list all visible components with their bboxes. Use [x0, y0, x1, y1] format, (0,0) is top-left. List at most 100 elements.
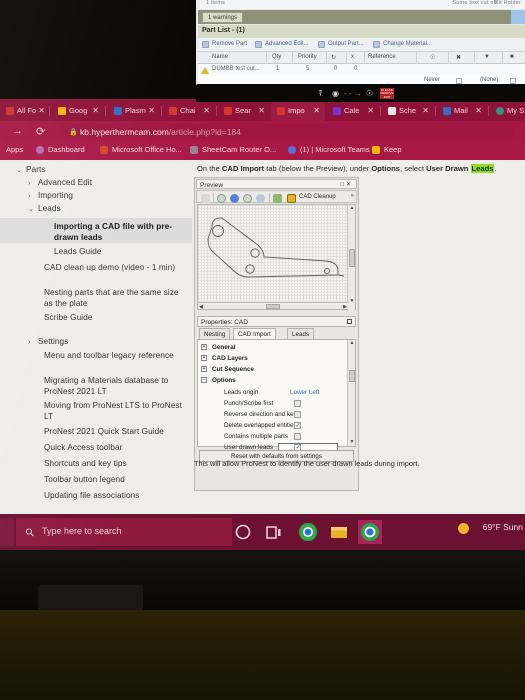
tab-calendar[interactable]: Cale ✕: [327, 101, 379, 121]
sidebar-item-advanced-edit[interactable]: › Advanced Edit: [0, 177, 192, 188]
restore-icon[interactable]: [347, 319, 352, 324]
expander-icon[interactable]: -: [201, 377, 207, 383]
tab-schedule[interactable]: Sche ✕: [382, 101, 434, 121]
canvas-vertical-scrollbar[interactable]: ▲ ▼: [347, 205, 355, 311]
tab-google[interactable]: Goog ✕: [52, 101, 104, 121]
tab-chat[interactable]: Chai ✕: [163, 101, 215, 121]
zoom-out-icon[interactable]: [243, 193, 252, 203]
cad-cleanup-button[interactable]: CAD Cleanup: [299, 194, 336, 200]
output-part-button[interactable]: Output Part...: [328, 41, 364, 47]
scroll-thumb-vertical[interactable]: [349, 249, 355, 267]
tab-importing-cad-active[interactable]: Impo ✕: [271, 101, 325, 121]
expander-icon[interactable]: +: [201, 344, 207, 350]
option-delete-overlapped-entities[interactable]: Delete overlapped entities: [198, 420, 348, 431]
sidebar-item-menu-toolbar-legacy-reference[interactable]: Menu and toolbar legacy reference: [0, 350, 192, 361]
sidebar-item-importing[interactable]: › Importing: [0, 190, 192, 201]
bookmark-sheetcam[interactable]: SheetCam Router O...: [202, 145, 276, 154]
scroll-thumb-horizontal[interactable]: [266, 304, 280, 309]
scroll-up-icon[interactable]: ▲: [350, 340, 355, 346]
start-button[interactable]: [0, 518, 14, 546]
sidebar-item-quick-start-guide[interactable]: ProNest 2021 Quick Start Guide: [0, 426, 192, 437]
scroll-down-icon[interactable]: ▼: [350, 298, 355, 304]
checkbox-delete-overlapped[interactable]: [294, 422, 301, 429]
cad-cleanup-icon[interactable]: [287, 193, 296, 203]
tab-plasma[interactable]: Plasm ✕: [108, 101, 160, 121]
warnings-button[interactable]: 1 warnings: [202, 11, 244, 23]
zoom-window-icon[interactable]: [256, 193, 265, 203]
tab-close-icon[interactable]: ✕: [313, 101, 320, 121]
column-header-icon-3[interactable]: ☉: [430, 54, 435, 61]
sidebar-item-importing-cad-file-with-pre-drawn-leads[interactable]: Importing a CAD file with pre-drawn lead…: [0, 218, 192, 243]
tab-search[interactable]: Sear ✕: [218, 101, 270, 121]
tab-close-icon[interactable]: ✕: [92, 101, 99, 121]
column-header-reference[interactable]: Reference: [368, 54, 396, 60]
tab-close-icon[interactable]: ✕: [203, 101, 210, 121]
sidebar-item-migrating-materials-database[interactable]: Migrating a Materials database to ProNes…: [0, 375, 192, 397]
expander-icon[interactable]: +: [201, 355, 207, 361]
canvas-horizontal-scrollbar[interactable]: ◀ ▶: [198, 302, 349, 310]
option-reverse-direction-and-kerf[interactable]: Reverse direction and kerf: [198, 409, 348, 420]
tab-close-icon[interactable]: ✕: [148, 101, 155, 121]
sidebar-item-cad-clean-up-demo[interactable]: CAD clean up demo (video - 1 min): [0, 262, 192, 273]
tab-close-icon[interactable]: ✕: [367, 101, 374, 121]
sidebar-item-toolbar-button-legend[interactable]: Toolbar button legend: [0, 474, 192, 485]
tab-close-icon[interactable]: ✕: [475, 101, 482, 121]
group-general[interactable]: + General: [198, 342, 348, 353]
forward-arrow-icon[interactable]: →: [12, 125, 23, 137]
tab-all-forms[interactable]: All Fo ✕: [0, 101, 50, 121]
column-header-icon-6[interactable]: ■: [510, 54, 514, 60]
sidebar-item-leads[interactable]: ⌄ Leads: [0, 203, 192, 214]
column-header-priority[interactable]: Priority: [298, 54, 317, 60]
column-header-qty[interactable]: Qty: [272, 54, 281, 60]
checkbox-contains-multiple-parts[interactable]: [294, 433, 301, 440]
cortana-button[interactable]: [231, 520, 255, 544]
weather-widget[interactable]: 69°F Sunn: [483, 522, 523, 532]
zoom-in-icon[interactable]: [230, 193, 239, 203]
sidebar-item-updating-file-associations[interactable]: Updating file associations: [0, 490, 192, 501]
properties-vertical-scrollbar[interactable]: ▲ ▼: [347, 340, 355, 446]
file-explorer-button[interactable]: [327, 520, 351, 544]
bookmark-apps[interactable]: Apps: [6, 145, 23, 154]
sidebar-item-quick-access-toolbar[interactable]: Quick Access toolbar: [0, 442, 192, 453]
sidebar-item-parts[interactable]: ⌄ Parts: [0, 164, 192, 175]
column-header-icon-2[interactable]: x: [351, 54, 354, 60]
bookmark-dashboard[interactable]: Dashboard: [48, 145, 85, 154]
task-view-button[interactable]: [262, 520, 286, 544]
dropdown-arrow-icon[interactable]: [201, 193, 210, 203]
copy-icon[interactable]: [273, 193, 282, 203]
group-cut-sequence[interactable]: + Cut Sequence: [198, 364, 348, 375]
sidebar-item-leads-guide[interactable]: Leads Guide: [0, 246, 192, 257]
column-header-icon-1[interactable]: ↻: [331, 54, 336, 61]
toolbar-overflow-icon[interactable]: »: [351, 193, 354, 199]
column-header-name[interactable]: Name: [212, 54, 228, 60]
tab-close-icon[interactable]: ✕: [422, 101, 429, 121]
group-cad-layers[interactable]: + CAD Layers: [198, 353, 348, 364]
group-options[interactable]: - Options: [198, 375, 348, 386]
reload-icon[interactable]: ⟳: [36, 125, 45, 138]
option-contains-multiple-parts[interactable]: Contains multiple parts: [198, 431, 348, 442]
tab-close-icon[interactable]: ✕: [38, 101, 45, 121]
bookmark-teams[interactable]: (1) | Microsoft Teams: [300, 145, 370, 154]
checkbox-reverse-direction[interactable]: [294, 411, 301, 418]
scroll-right-icon[interactable]: ▶: [343, 304, 347, 310]
tab-my-site[interactable]: My S: [490, 101, 525, 121]
scroll-left-icon[interactable]: ◀: [199, 304, 203, 310]
advanced-edit-button[interactable]: Advanced Edit...: [265, 41, 309, 47]
change-material-button[interactable]: Change Material...: [383, 41, 432, 47]
option-value-leads-origin[interactable]: Lower Left: [290, 389, 319, 396]
scroll-up-icon[interactable]: ▲: [350, 205, 355, 211]
bookmark-office[interactable]: Microsoft Office Ho...: [112, 145, 182, 154]
sidebar-item-settings[interactable]: › Settings: [0, 336, 192, 347]
search-input[interactable]: ⚲ Type here to search: [16, 518, 232, 546]
zoom-fit-icon[interactable]: [217, 193, 226, 203]
chrome-active-button[interactable]: [358, 520, 382, 544]
tab-close-icon[interactable]: ✕: [258, 101, 265, 121]
cad-preview-canvas[interactable]: ▲ ▼ ◀ ▶: [197, 204, 356, 311]
bookmark-keep[interactable]: Keep: [384, 145, 402, 154]
expander-icon[interactable]: +: [201, 366, 207, 372]
column-header-icon-4[interactable]: ✖: [456, 54, 461, 61]
sidebar-item-moving-from-pronest-lts[interactable]: Moving from ProNest LTS to ProNest LT: [0, 400, 192, 422]
checkbox-punch-scribe-first[interactable]: [294, 400, 301, 407]
chrome-button[interactable]: [296, 520, 320, 544]
option-punch-scribe-first[interactable]: Punch/Scribe first: [198, 398, 348, 409]
